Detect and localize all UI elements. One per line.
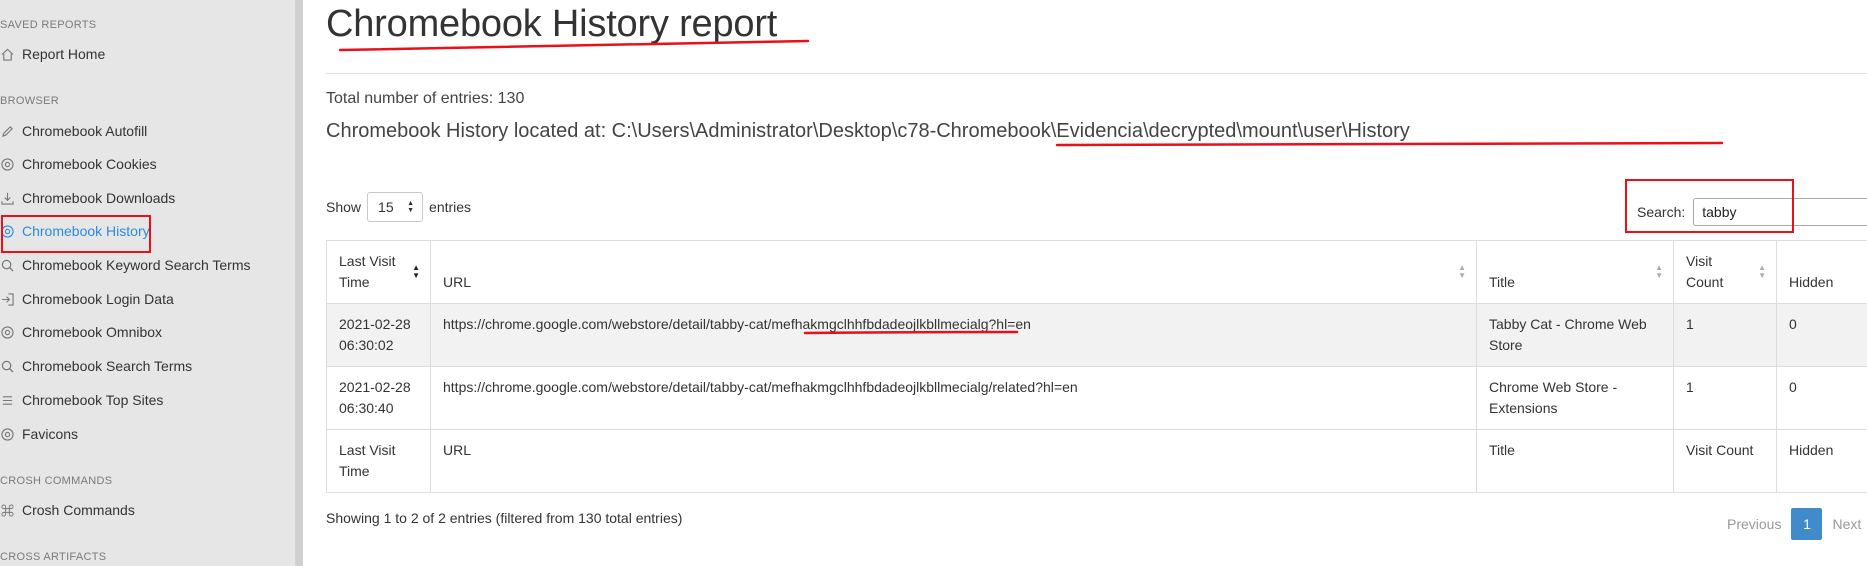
sidebar-item-autofill[interactable]: Chromebook Autofill [0, 118, 147, 144]
column-header-hidden[interactable]: Hidden▲▼ [1776, 240, 1867, 304]
sort-icon: ▲ ▼ [1758, 263, 1766, 280]
chrome-icon [0, 224, 14, 238]
sort-icon: ▲ ▼ [1655, 263, 1663, 280]
chrome-icon [0, 325, 14, 339]
sidebar-item-label: Chromebook Omnibox [22, 324, 163, 340]
sidebar-item-label: Chromebook Downloads [22, 190, 176, 206]
column-header-url[interactable]: URL ▲ ▼ [430, 240, 1477, 304]
sort-icon: ▲ ▼ [1458, 263, 1466, 280]
search-label: Search: [1637, 204, 1686, 220]
history-location: Chromebook History located at: C:\Users\… [326, 120, 1410, 142]
login-icon [0, 292, 14, 306]
cell-visit-count: 1 [1673, 366, 1777, 430]
sidebar-item-label: Chromebook Keyword Search Terms [22, 257, 251, 273]
sidebar-item-label: Chromebook Autofill [22, 123, 148, 139]
page-length-value: 15 [378, 199, 394, 215]
table-footer-row: Last Visit Time URL Title Visit Count Hi… [326, 429, 1867, 493]
sidebar-item-favicons[interactable]: Favicons [0, 421, 78, 447]
footer-url: URL [430, 429, 1477, 493]
table-row: 2021-02-28 06:30:02 https://chrome.googl… [326, 303, 1867, 367]
section-title-saved-reports: SAVED REPORTS [0, 19, 97, 31]
cell-last-visit-time: 2021-02-28 06:30:40 [326, 366, 431, 430]
sidebar-scroll-strip [296, 0, 303, 566]
page-length-control: Show 15 ▲ ▼ entries [326, 192, 471, 222]
pagination: Previous 1 Next [1727, 508, 1861, 540]
main-content: Chromebook History report Total number o… [303, 0, 1867, 566]
footer-last-visit-time: Last Visit Time [326, 429, 431, 493]
page-title: Chromebook History report [326, 3, 778, 45]
sidebar-item-downloads[interactable]: Chromebook Downloads [0, 185, 175, 211]
sidebar-item-crosh-commands[interactable]: Crosh Commands [0, 497, 135, 523]
section-title-browser: BROWSER [0, 95, 59, 107]
chrome-icon [0, 157, 14, 171]
table-info: Showing 1 to 2 of 2 entries (filtered fr… [326, 510, 683, 526]
search-control: Search: [1637, 198, 1867, 226]
pencil-icon [0, 124, 14, 138]
search-input[interactable] [1693, 198, 1867, 226]
search-icon [0, 258, 14, 272]
entries-label: entries [429, 199, 472, 215]
sidebar-item-cookies[interactable]: Chromebook Cookies [0, 151, 157, 177]
sidebar-item-label: Chromebook Search Terms [22, 358, 193, 374]
sidebar-item-label: Report Home [22, 46, 106, 62]
header-divider [326, 73, 1867, 74]
previous-button[interactable]: Previous [1727, 516, 1781, 532]
column-header-last-visit-time[interactable]: Last Visit Time ▲ ▼ [326, 240, 431, 304]
page-button-1[interactable]: 1 [1791, 508, 1823, 540]
sidebar-item-label: Chromebook Top Sites [22, 392, 164, 408]
sidebar-item-label: Crosh Commands [22, 502, 135, 518]
sidebar-item-search-terms[interactable]: Chromebook Search Terms [0, 353, 192, 379]
sidebar-item-label: Chromebook History [22, 223, 150, 239]
sidebar-item-top-sites[interactable]: Chromebook Top Sites [0, 387, 163, 413]
cell-url: https://chrome.google.com/webstore/detai… [430, 366, 1477, 430]
next-button[interactable]: Next [1832, 516, 1861, 532]
command-icon [0, 503, 14, 517]
total-entries: Total number of entries: 130 [326, 90, 525, 107]
cell-hidden: 0 [1776, 303, 1867, 367]
search-icon [0, 359, 14, 373]
home-icon [0, 47, 14, 61]
sidebar-item-report-home[interactable]: Report Home [0, 41, 105, 67]
sort-asc-icon: ▲ ▼ [412, 263, 420, 280]
cell-visit-count: 1 [1673, 303, 1777, 367]
sidebar-item-label: Chromebook Cookies [22, 156, 157, 172]
chrome-icon [0, 427, 14, 441]
cell-url: https://chrome.google.com/webstore/detai… [430, 303, 1477, 367]
column-header-title[interactable]: Title ▲ ▼ [1476, 240, 1674, 304]
select-arrows-icon: ▲ ▼ [407, 200, 415, 214]
show-label: Show [326, 199, 362, 215]
section-title-crosh-commands: CROSH COMMANDS [0, 475, 113, 487]
sidebar-item-label: Favicons [22, 426, 79, 442]
cell-last-visit-time: 2021-02-28 06:30:02 [326, 303, 431, 367]
cell-title: Tabby Cat - Chrome Web Store [1476, 303, 1674, 367]
download-icon [0, 191, 14, 205]
history-table: Last Visit Time ▲ ▼ URL ▲ ▼ Title ▲ ▼ Visit Co… [326, 240, 1867, 493]
cell-title: Chrome Web Store - Extensions [1476, 366, 1674, 430]
sidebar-item-history[interactable]: Chromebook History [0, 218, 150, 244]
list-icon [0, 393, 14, 407]
sidebar-item-login-data[interactable]: Chromebook Login Data [0, 286, 174, 312]
footer-visit-count: Visit Count [1673, 429, 1777, 493]
footer-hidden: Hidden [1776, 429, 1867, 493]
page-length-select[interactable]: 15 ▲ ▼ [367, 192, 424, 222]
sidebar-item-keyword-search-terms[interactable]: Chromebook Keyword Search Terms [0, 252, 251, 278]
footer-title: Title [1476, 429, 1674, 493]
table-row: 2021-02-28 06:30:40 https://chrome.googl… [326, 366, 1867, 430]
sidebar-item-label: Chromebook Login Data [22, 291, 174, 307]
column-header-visit-count[interactable]: Visit Count ▲ ▼ [1673, 240, 1777, 304]
section-title-cross-artifacts: CROSS ARTIFACTS [0, 551, 107, 563]
sidebar: SAVED REPORTS Report Home BROWSER Chrome… [0, 0, 296, 566]
sidebar-item-omnibox[interactable]: Chromebook Omnibox [0, 319, 162, 345]
cell-hidden: 0 [1776, 366, 1867, 430]
